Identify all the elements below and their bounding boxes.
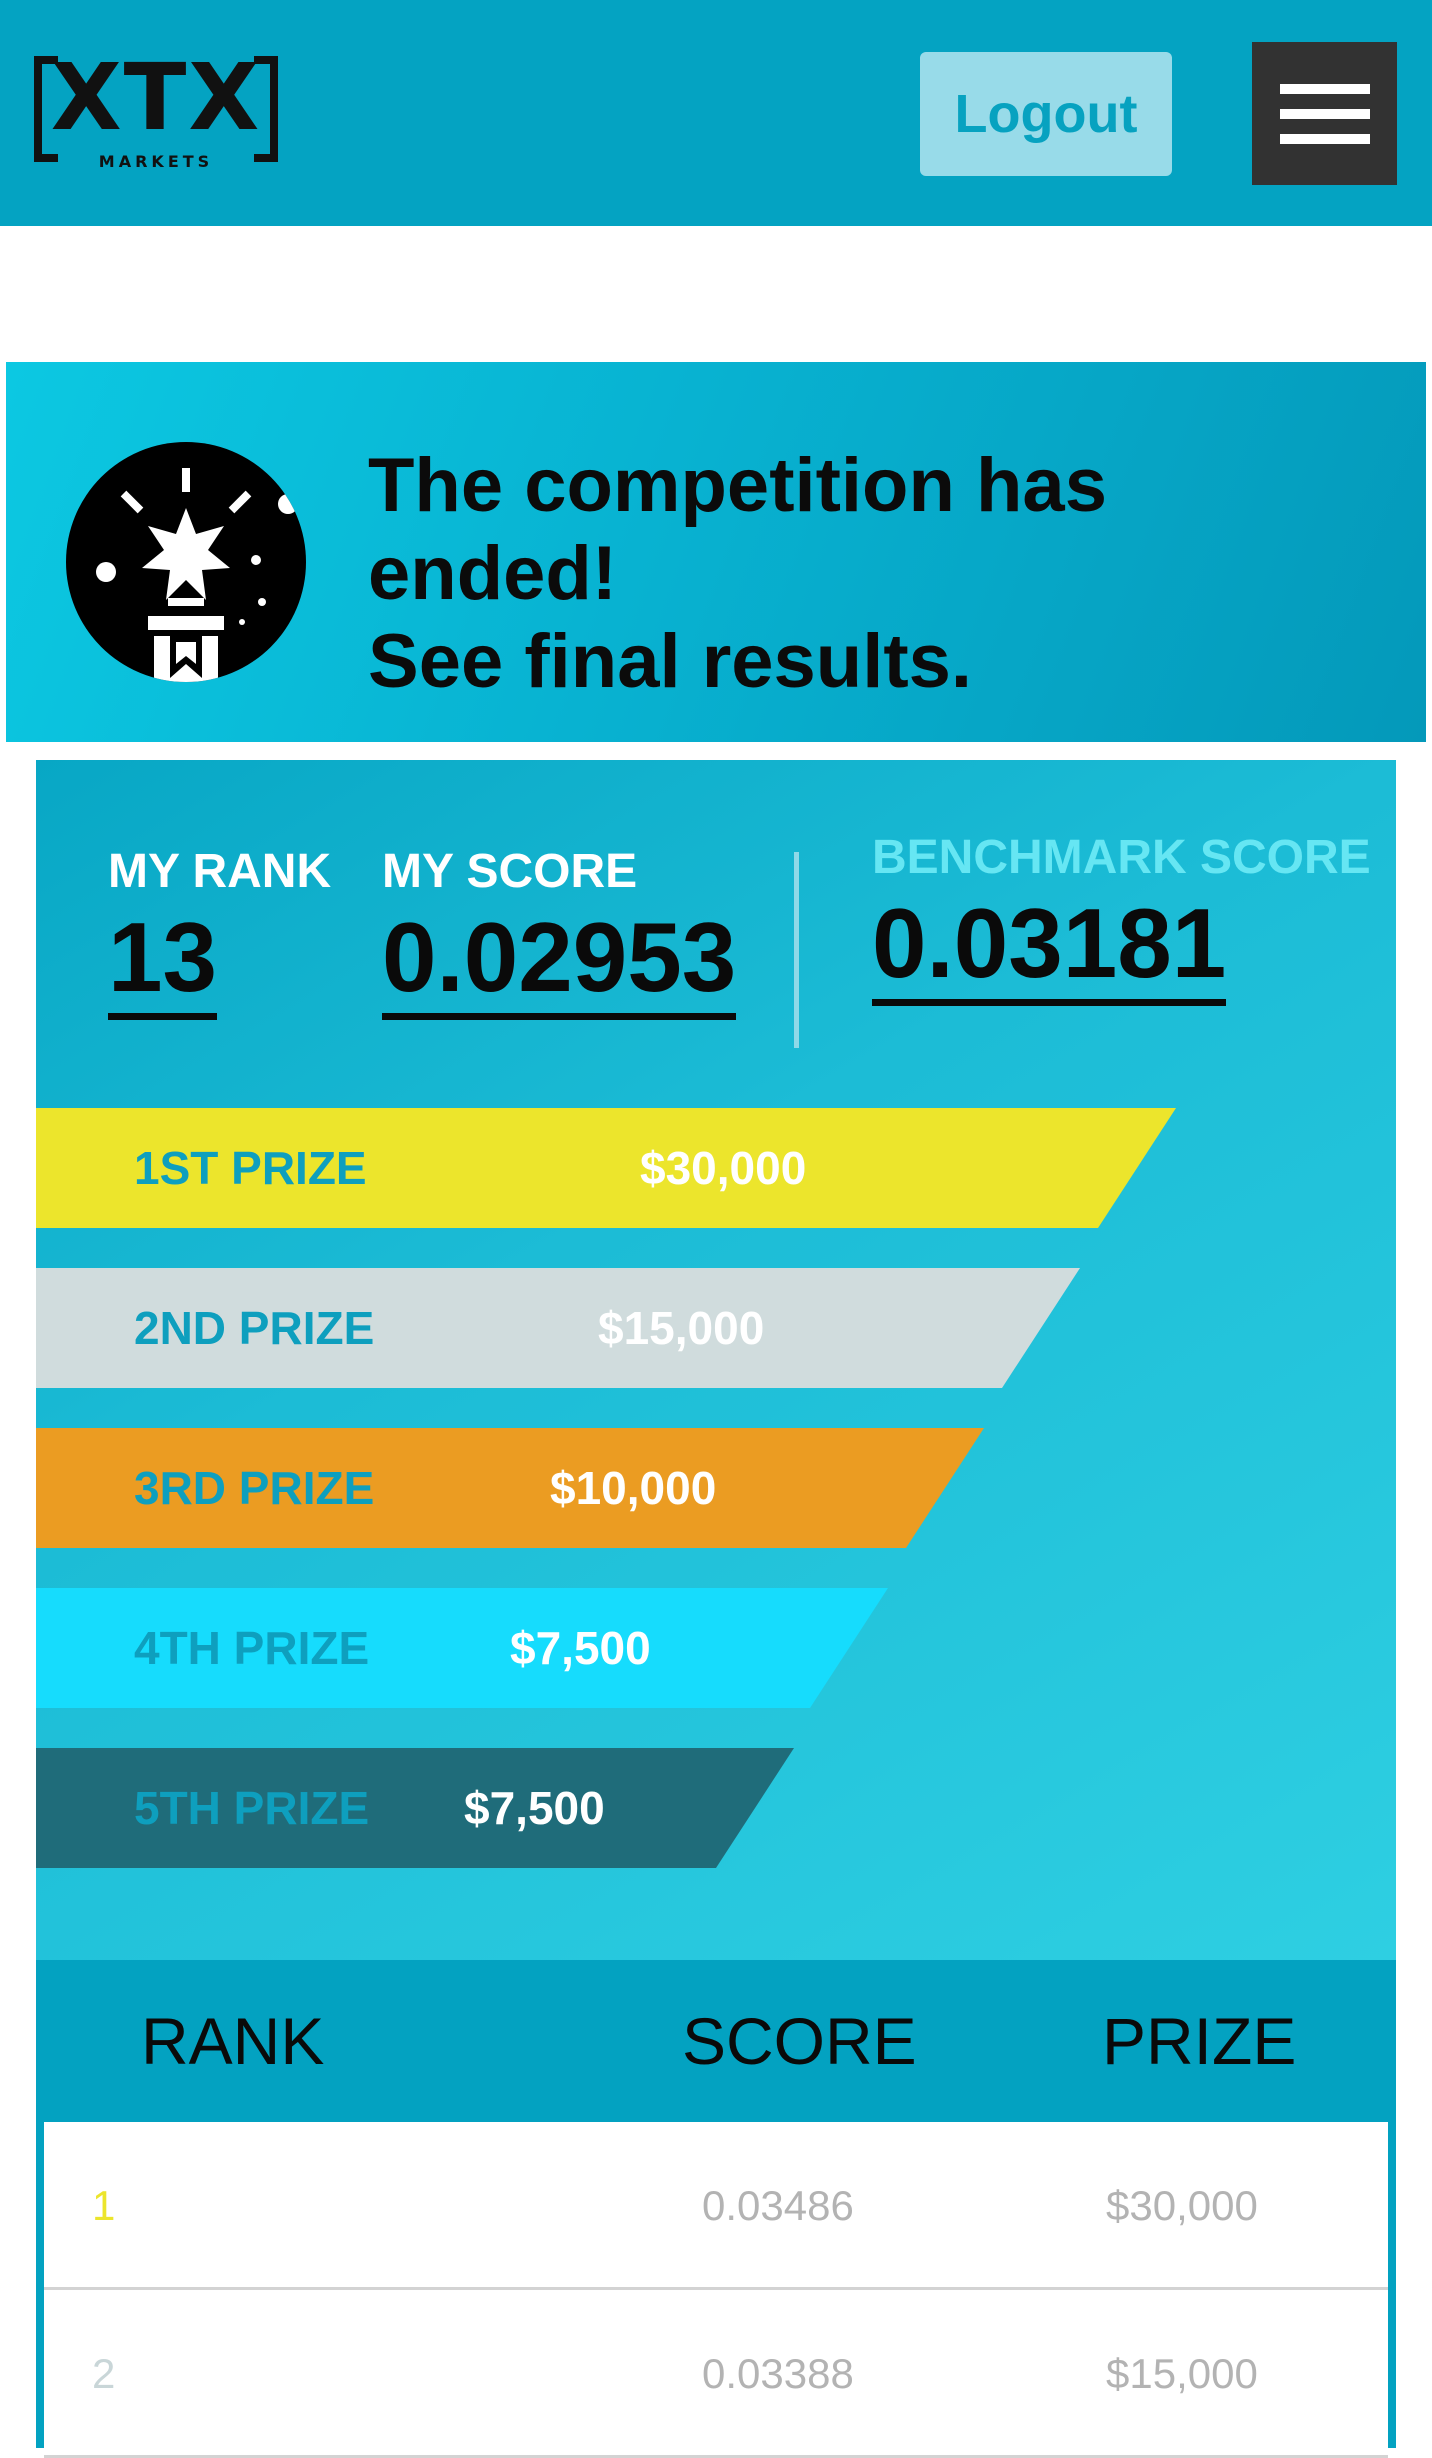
benchmark-score: BENCHMARK SCORE 0.03181 bbox=[872, 830, 1371, 1006]
banner-line-2[interactable]: See final results. bbox=[368, 618, 1368, 706]
prize-label: 2ND PRIZE bbox=[134, 1302, 375, 1354]
rank-cell: 1 bbox=[92, 2182, 116, 2229]
competition-ended-banner: The competition has ended! See final res… bbox=[6, 362, 1426, 742]
prize-label: 1ST PRIZE bbox=[134, 1142, 367, 1194]
stats-divider bbox=[794, 852, 799, 1048]
benchmark-score-label: BENCHMARK SCORE bbox=[872, 831, 1371, 884]
prize-amount: $15,000 bbox=[598, 1302, 765, 1354]
prize-row-4: 4TH PRIZE $7,500 bbox=[36, 1588, 888, 1708]
score-panel: MY RANK 13 MY SCORE 0.02953 BENCHMARK SC… bbox=[36, 760, 1396, 1960]
my-rank-label: MY RANK bbox=[108, 845, 332, 898]
hamburger-menu-button[interactable] bbox=[1252, 42, 1397, 185]
trophy-celebration-icon bbox=[66, 442, 306, 682]
xtx-markets-logo[interactable]: XTX MARKETS bbox=[34, 48, 278, 176]
prize-label: 5TH PRIZE bbox=[134, 1782, 370, 1834]
banner-line-1: The competition has ended! bbox=[368, 443, 1107, 616]
benchmark-score-value: 0.03181 bbox=[872, 891, 1227, 1006]
leaderboard-table: 1 0.03486 $30,000 2 0.03388 $15,000 bbox=[36, 2122, 1396, 2458]
prize-amount: $10,000 bbox=[550, 1462, 717, 1514]
table-row[interactable]: 2 0.03388 $15,000 bbox=[44, 2290, 1388, 2458]
prize-row-2: 2ND PRIZE $15,000 bbox=[36, 1268, 1080, 1388]
table-row[interactable]: 1 0.03486 $30,000 bbox=[44, 2122, 1388, 2290]
score-column-header[interactable]: SCORE bbox=[682, 1960, 917, 2122]
prize-label: 4TH PRIZE bbox=[134, 1622, 370, 1674]
hamburger-icon bbox=[1279, 78, 1370, 150]
my-score: MY SCORE 0.02953 bbox=[382, 844, 737, 1020]
my-rank-value: 13 bbox=[108, 905, 218, 1020]
prize-amount: $7,500 bbox=[510, 1622, 651, 1674]
prize-cell: $15,000 bbox=[1106, 2350, 1258, 2397]
score-cell: 0.03388 bbox=[702, 2350, 854, 2397]
prize-column-header[interactable]: PRIZE bbox=[1102, 1960, 1296, 2122]
rank-column-header[interactable]: RANK bbox=[141, 1960, 324, 2122]
prize-row-5: 5TH PRIZE $7,500 bbox=[36, 1748, 794, 1868]
prize-row-1: 1ST PRIZE $30,000 bbox=[36, 1108, 1176, 1228]
prize-amount: $7,500 bbox=[464, 1782, 605, 1834]
logo-subtext: MARKETS bbox=[98, 152, 214, 171]
prize-row-3: 3RD PRIZE $10,000 bbox=[36, 1428, 984, 1548]
score-cell: 0.03486 bbox=[702, 2182, 854, 2229]
prize-amount: $30,000 bbox=[640, 1142, 807, 1194]
leaderboard-header: RANK SCORE PRIZE bbox=[36, 1960, 1396, 2122]
my-rank: MY RANK 13 bbox=[108, 844, 331, 1020]
prize-label: 3RD PRIZE bbox=[134, 1462, 375, 1514]
logout-button[interactable]: Logout bbox=[920, 52, 1172, 176]
prize-cell: $30,000 bbox=[1106, 2182, 1258, 2229]
my-score-value: 0.02953 bbox=[382, 905, 737, 1020]
banner-message: The competition has ended! See final res… bbox=[368, 442, 1368, 706]
rank-cell: 2 bbox=[92, 2350, 116, 2397]
logo-text: XTX bbox=[50, 44, 262, 151]
my-score-label: MY SCORE bbox=[382, 845, 638, 898]
top-header: XTX MARKETS Logout bbox=[0, 0, 1432, 226]
